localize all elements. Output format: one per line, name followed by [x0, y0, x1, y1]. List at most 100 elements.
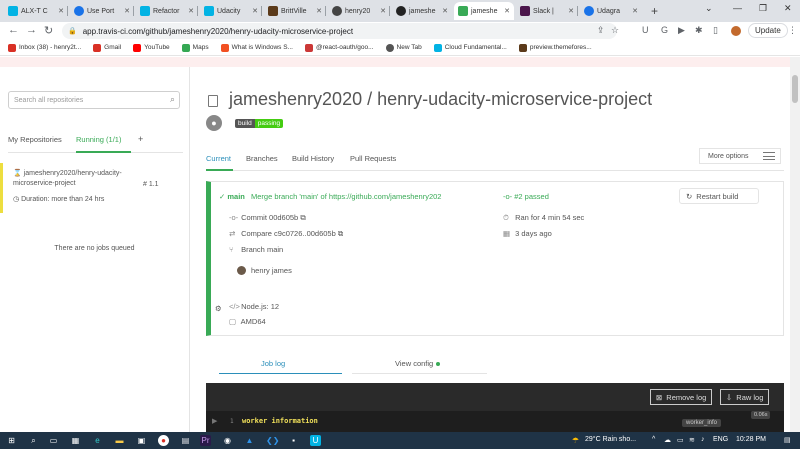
search-input[interactable]: Search all repositories ⌕ [8, 91, 180, 109]
close-icon[interactable]: ✕ [188, 7, 194, 15]
build-status-badge[interactable]: build passing [235, 119, 284, 128]
address-bar[interactable]: 🔒 app.travis-ci.com/github/jameshenry202… [62, 23, 617, 39]
browser-tab-active[interactable]: jameshe ✕ [454, 2, 514, 20]
close-icon[interactable]: ✕ [632, 7, 638, 15]
close-icon[interactable]: ✕ [568, 7, 574, 15]
new-tab-plus-icon[interactable]: + [651, 4, 658, 18]
bookmark-gmail[interactable]: Gmail [93, 43, 121, 52]
tab-build-history[interactable]: Build History [292, 154, 334, 163]
video-extension-icon[interactable]: ▶ [678, 25, 685, 36]
photos-icon[interactable]: ▲ [244, 435, 255, 446]
task-view-icon[interactable]: ▭ [48, 435, 59, 446]
windows-start-icon[interactable]: ⊞ [6, 435, 17, 446]
cloud-icon[interactable]: ☁ [664, 436, 671, 444]
google-icon[interactable]: G [661, 25, 668, 35]
wifi-icon[interactable]: ≋ [689, 436, 695, 444]
browser-tab-3[interactable]: Refactor ✕ [136, 2, 198, 20]
browser-tab-10[interactable]: Udagra ✕ [580, 2, 642, 20]
premiere-icon[interactable]: Pr [200, 435, 211, 446]
browser-tab-9[interactable]: Slack | ✕ [516, 2, 578, 20]
page-scrollbar[interactable] [790, 57, 800, 433]
remove-log-button[interactable]: ⊠ Remove log [650, 389, 713, 405]
vscode-icon[interactable]: ❮❯ [266, 435, 279, 446]
search-icon[interactable]: ⌕ [28, 435, 39, 446]
window-close-icon[interactable]: ✕ [784, 3, 792, 14]
commit-row[interactable]: -o- Commit 00d605b ⧉ [229, 213, 306, 223]
weather-text[interactable]: 29°C Rain sho... [585, 436, 636, 443]
share-icon[interactable]: ⇪ [597, 25, 605, 36]
close-icon[interactable]: ✕ [124, 7, 130, 15]
tab-running[interactable]: Running (1/1) [76, 135, 121, 144]
udacity-icon[interactable]: U [310, 435, 321, 446]
extensions-puzzle-icon[interactable]: ✱ [695, 25, 703, 36]
running-job-card[interactable]: ⌛ jameshenry2020/henry-udacity-microserv… [0, 163, 189, 213]
bookmark-npm[interactable]: @react-oauth/goo... [304, 43, 374, 52]
add-repository-button[interactable]: + [138, 134, 143, 144]
scrollbar-thumb[interactable] [792, 75, 798, 103]
udacity-extension-icon[interactable]: U [642, 25, 649, 35]
bookmark-windows[interactable]: What is Windows S... [220, 43, 293, 52]
file-explorer-icon[interactable]: ▬ [114, 435, 125, 446]
compare-row[interactable]: ⇄ Compare c9c0726..00d605b ⧉ [229, 229, 343, 239]
close-icon[interactable]: ✕ [504, 7, 510, 15]
browser-tab-6[interactable]: henry20 ✕ [328, 2, 390, 20]
tab-current[interactable]: Current [206, 154, 231, 163]
tab-branches[interactable]: Branches [246, 154, 278, 163]
browser-tab-4[interactable]: Udacity ✕ [200, 2, 262, 20]
branch-row[interactable]: ⑂ Branch main [229, 245, 283, 254]
reload-icon[interactable]: ↻ [44, 24, 53, 37]
browser-tab-7[interactable]: jameshe ✕ [392, 2, 452, 20]
build-number[interactable]: -o- #2 passed [503, 192, 549, 201]
sidepanel-icon[interactable]: ▯ [713, 25, 718, 36]
job-repo-name[interactable]: ⌛ jameshenry2020/henry-udacity-microserv… [13, 169, 133, 189]
app-icon[interactable]: ▤ [180, 435, 191, 446]
language-indicator[interactable]: ENG [713, 436, 728, 443]
speaker-icon[interactable]: ♪ [701, 436, 705, 443]
bookmark-themeforest[interactable]: preview.themefores... [518, 43, 592, 52]
minimize-icon[interactable]: — [733, 3, 742, 13]
browser-tab-1[interactable]: ALX-T C ✕ [4, 2, 68, 20]
log-line[interactable]: ▶ 1 worker information worker_info 0.06s [206, 411, 784, 433]
close-icon[interactable]: ✕ [316, 7, 322, 15]
clock-time[interactable]: 10:28 PM [736, 436, 766, 443]
tab-search-chevron-icon[interactable]: ⌄ [705, 3, 713, 14]
store-icon[interactable]: ▣ [136, 435, 147, 446]
tray-chevron-icon[interactable]: ^ [652, 436, 655, 443]
forward-arrow-icon[interactable]: → [26, 24, 37, 36]
bookmark-inbox[interactable]: Inbox (38) - henry2t... [8, 43, 81, 52]
maximize-icon[interactable]: ❐ [759, 3, 767, 14]
github-icon[interactable]: ● [206, 115, 222, 131]
expand-arrow-icon[interactable]: ▶ [212, 417, 217, 425]
notification-icon[interactable]: ▤ [784, 436, 791, 444]
commit-message[interactable]: Merge branch 'main' of https://github.co… [251, 192, 441, 201]
bookmark-maps[interactable]: Maps [181, 43, 209, 52]
tab-my-repositories[interactable]: My Repositories [8, 135, 62, 144]
close-icon[interactable]: ✕ [252, 7, 258, 15]
close-icon[interactable]: ✕ [58, 7, 64, 15]
close-icon[interactable]: ✕ [380, 7, 386, 15]
more-options-button[interactable]: More options [699, 148, 781, 164]
tab-job-log[interactable]: Job log [261, 359, 285, 368]
browser-tab-5[interactable]: BrittVille ✕ [264, 2, 326, 20]
avatar[interactable] [731, 26, 741, 36]
browser-tab-2[interactable]: Use Port ✕ [70, 2, 134, 20]
terminal-icon[interactable]: ▪ [288, 435, 299, 446]
update-button[interactable]: Update [748, 23, 788, 38]
close-icon[interactable]: ✕ [442, 7, 448, 15]
build-branch[interactable]: ✓ main [219, 192, 245, 201]
restart-build-button[interactable]: ↻ Restart build [679, 188, 759, 204]
raw-log-button[interactable]: ⇩ Raw log [720, 389, 770, 405]
back-arrow-icon[interactable]: ← [8, 24, 19, 36]
bookmark-youtube[interactable]: YouTube [133, 43, 170, 52]
tab-pull-requests[interactable]: Pull Requests [350, 154, 396, 163]
bookmark-newtab[interactable]: New Tab [385, 43, 422, 52]
chrome-icon[interactable]: ● [158, 435, 169, 446]
bookmark-star-icon[interactable]: ☆ [611, 25, 619, 36]
widgets-icon[interactable]: ▦ [70, 435, 81, 446]
kebab-menu-icon[interactable]: ⋮ [788, 25, 797, 36]
display-icon[interactable]: ▭ [677, 436, 684, 444]
github-desktop-icon[interactable]: ◉ [222, 435, 233, 446]
bookmark-cloud[interactable]: Cloud Fundamental... [433, 43, 507, 52]
tab-view-config[interactable]: View config [395, 359, 441, 368]
edge-icon[interactable]: e [92, 435, 103, 446]
